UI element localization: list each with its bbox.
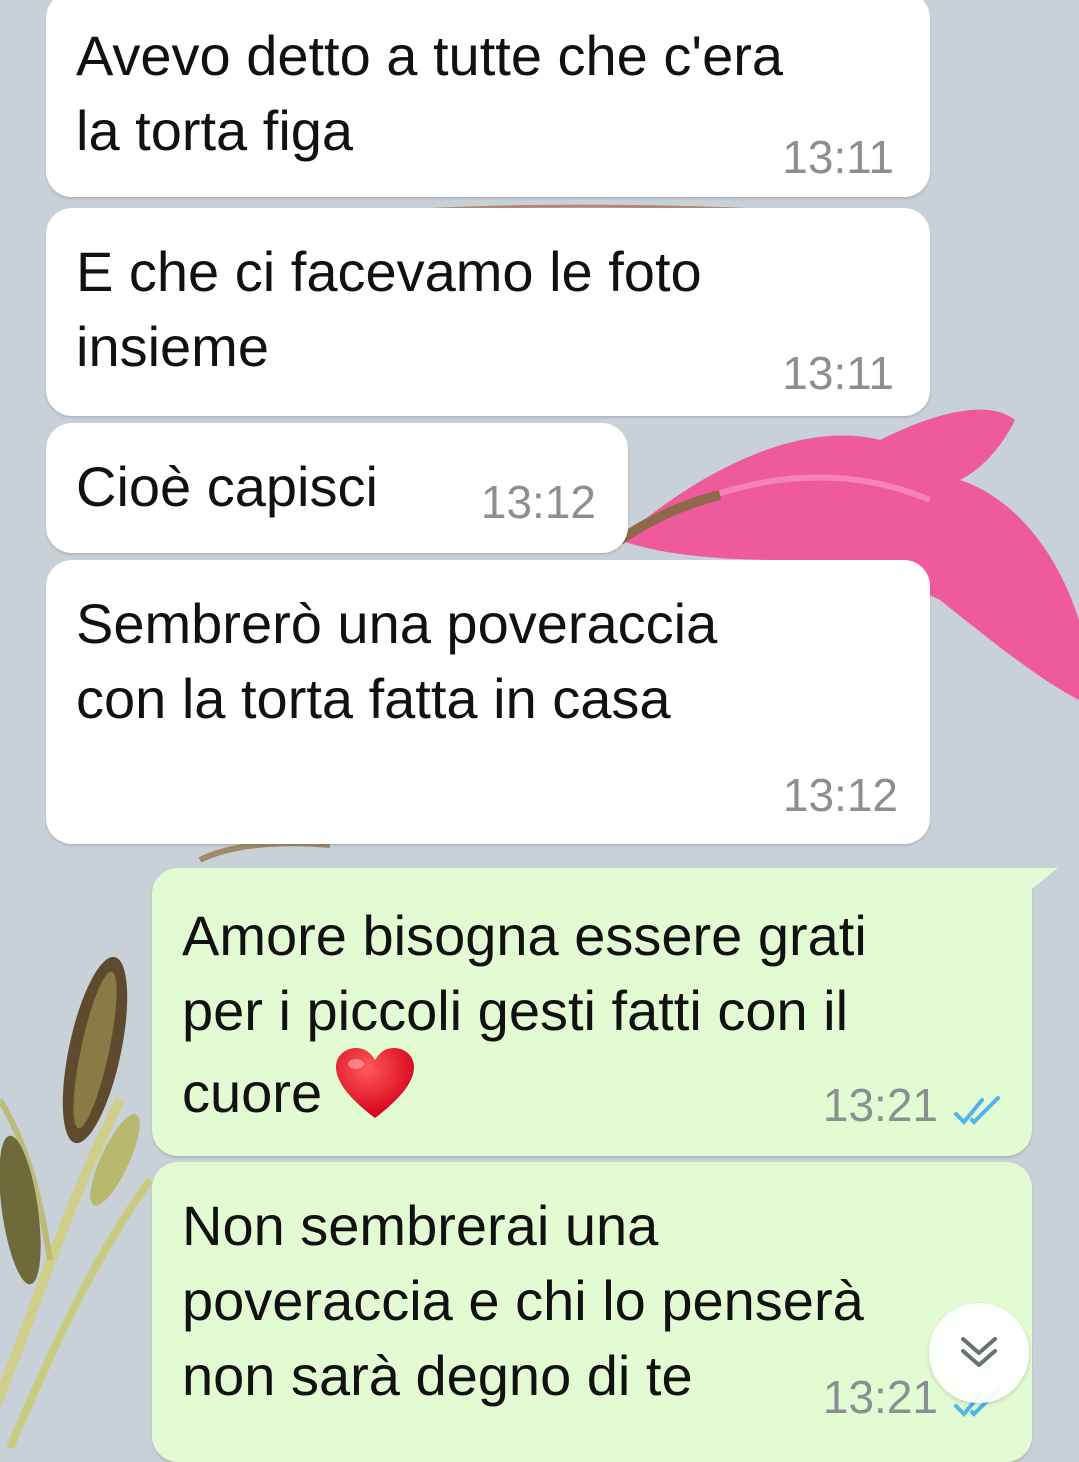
message-time: 13:12 (782, 769, 898, 821)
message-text: Sembrerò una poveraccia con la torta fat… (76, 592, 718, 730)
incoming-message[interactable]: Sembrerò una poveraccia con la torta fat… (46, 560, 930, 844)
outgoing-message[interactable]: Amore bisogna essere grati per i piccoli… (152, 868, 1058, 1156)
message-time: 13:21 (822, 1371, 938, 1423)
message-text: Avevo detto a tutte che c'era la torta f… (76, 24, 783, 162)
message-text: Amore bisogna essere grati per i piccoli… (182, 898, 867, 1130)
read-receipt-icon (954, 1096, 1000, 1125)
outgoing-message[interactable]: Non sembrerai una poveraccia e chi lo pe… (152, 1162, 1032, 1462)
bubble-tail (1028, 868, 1058, 892)
incoming-message[interactable]: E che ci facevamo le foto insieme 13:11 (46, 208, 930, 416)
message-time: 13:12 (480, 476, 596, 528)
message-text: E che ci facevamo le foto insieme (76, 240, 702, 378)
message-text: Non sembrerai una poveraccia e chi lo pe… (182, 1194, 864, 1407)
message-text-content: Amore bisogna essere grati per i piccoli… (182, 904, 867, 1124)
message-time: 13:11 (782, 131, 894, 183)
chevron-double-down-icon (961, 1337, 997, 1367)
message-time: 13:21 (822, 1079, 938, 1131)
incoming-message[interactable]: Avevo detto a tutte che c'era la torta f… (46, 0, 930, 197)
heart-emoji-icon (336, 1048, 415, 1118)
message-time: 13:11 (782, 347, 894, 399)
message-text: Cioè capisci (76, 455, 378, 518)
incoming-message[interactable]: Cioè capisci 13:12 (46, 423, 628, 553)
scroll-to-bottom-button[interactable] (929, 1303, 1029, 1403)
